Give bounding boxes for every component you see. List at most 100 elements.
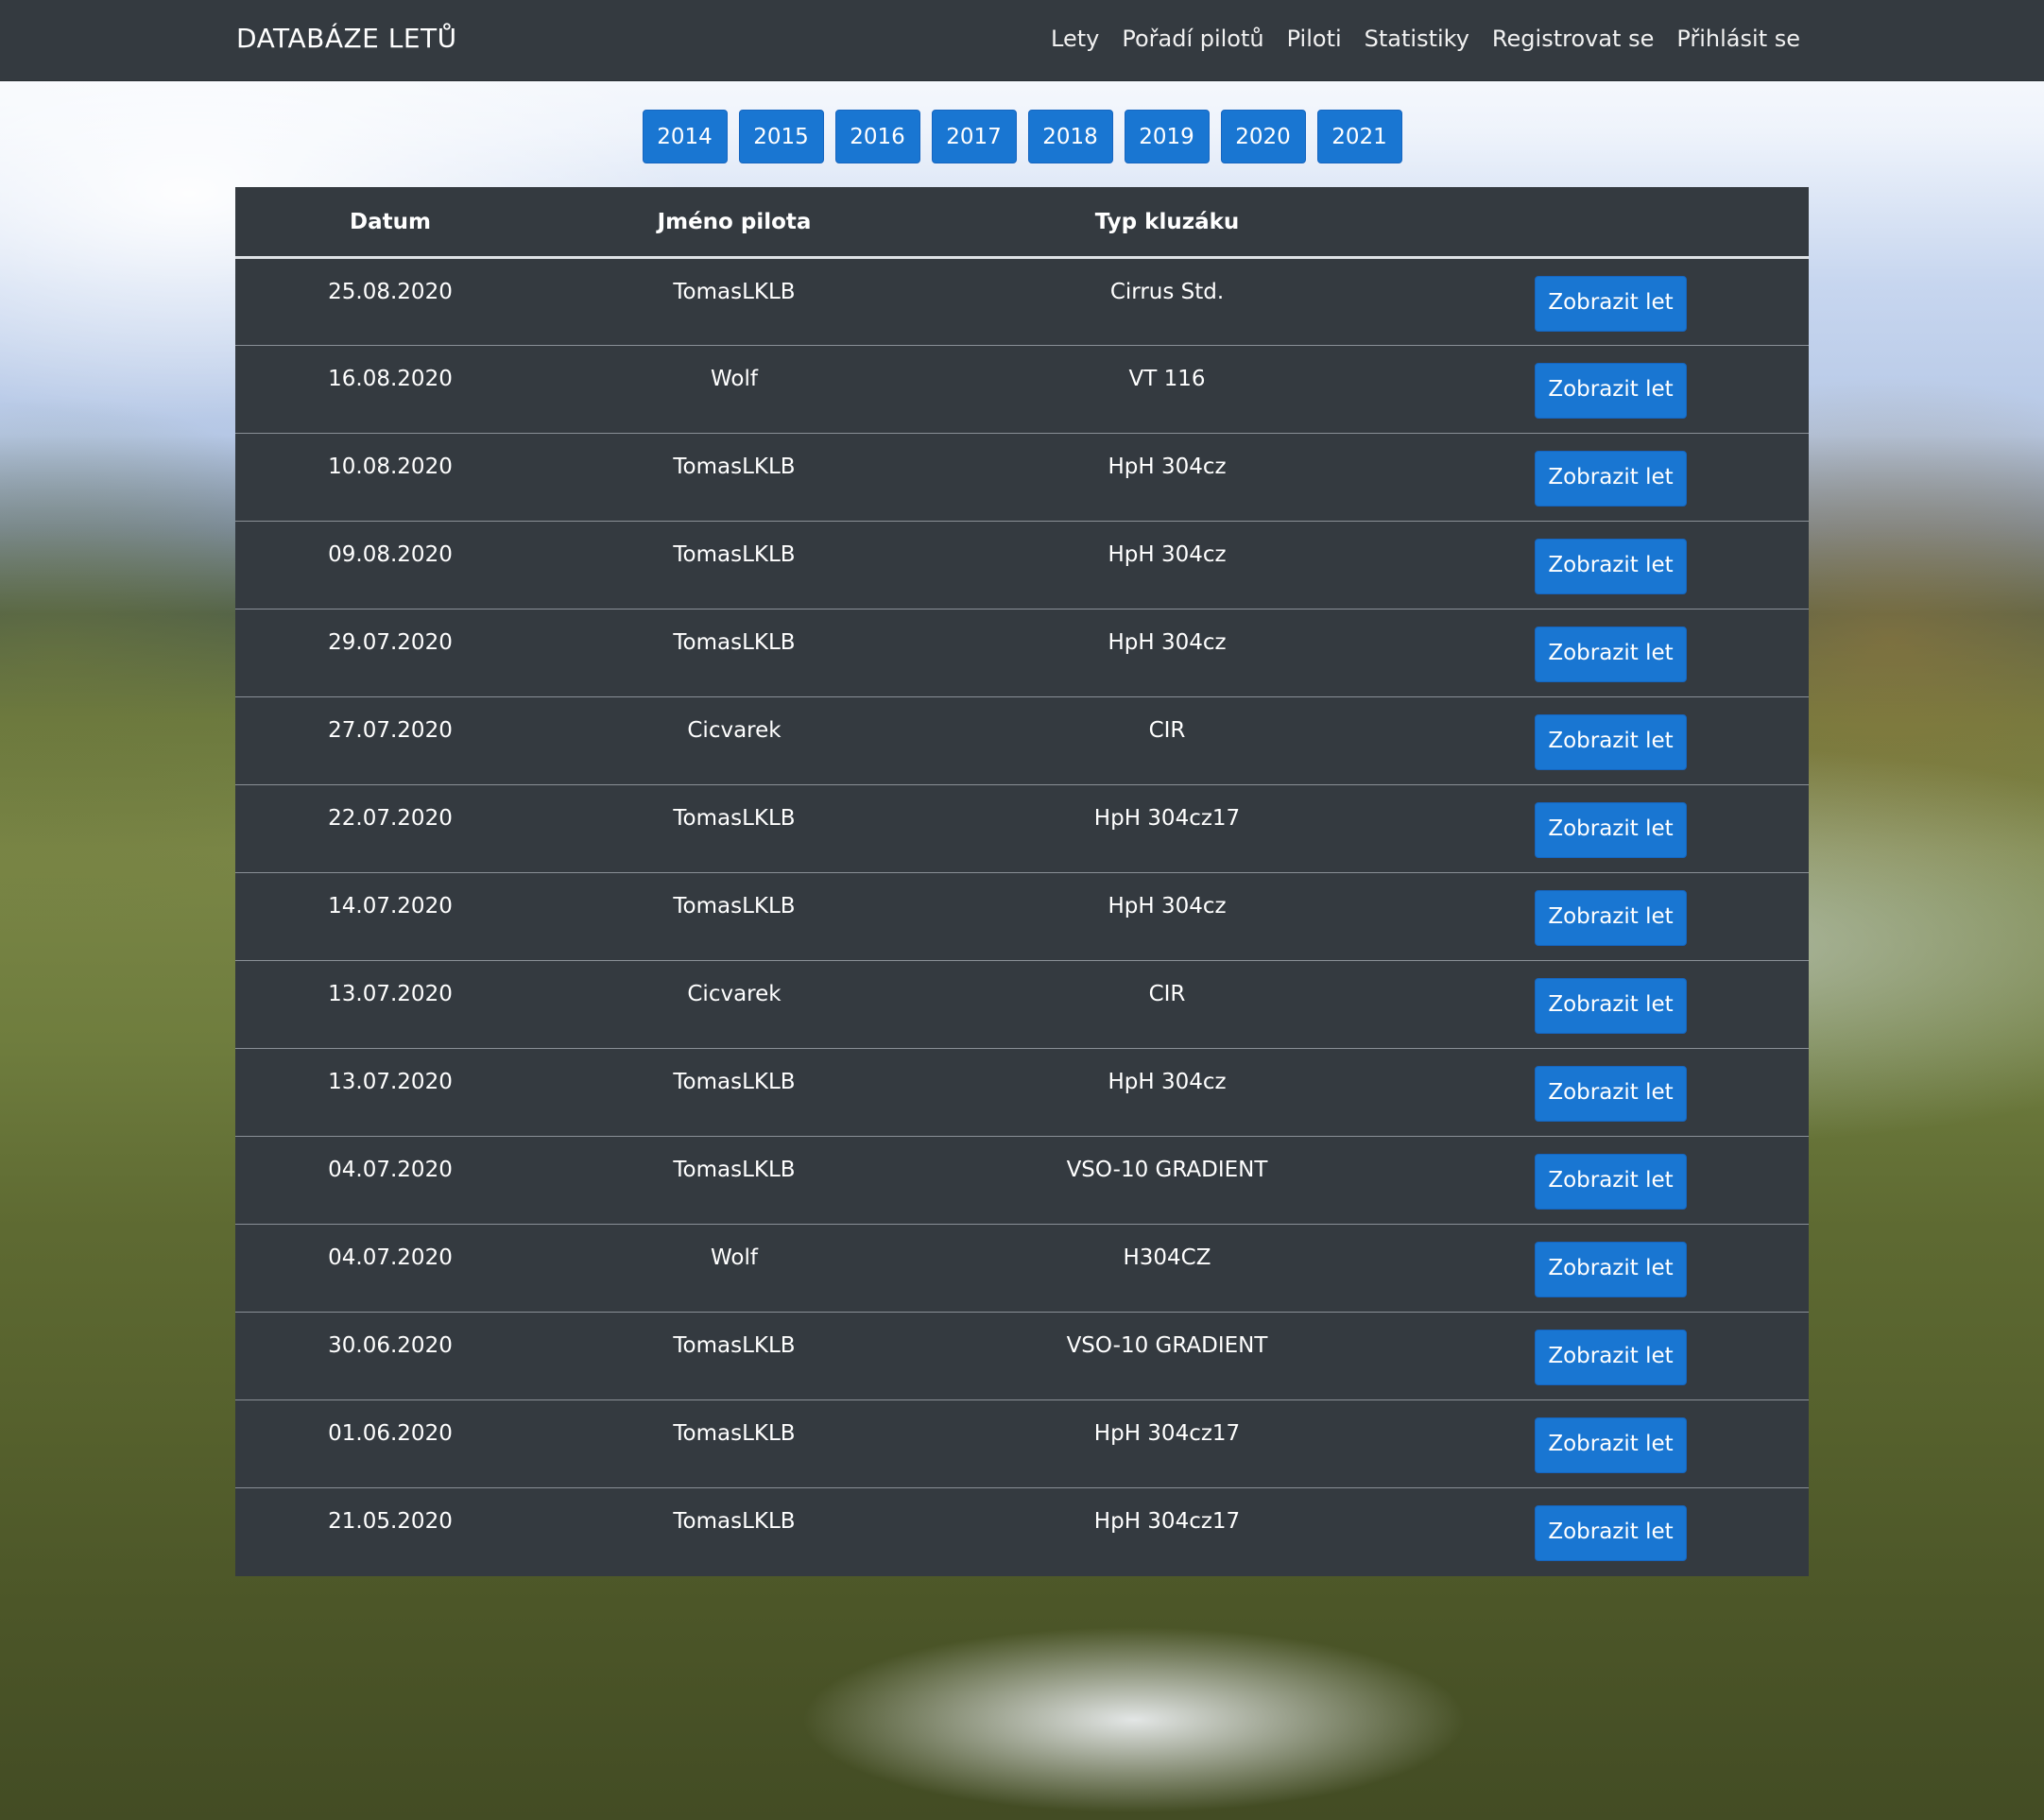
cell-date: 09.08.2020: [235, 521, 545, 610]
cell-glider: Cirrus Std.: [1109, 280, 1225, 304]
cell-pilot: TomasLKLB: [545, 872, 923, 961]
year-button-2020[interactable]: 2020: [1220, 110, 1306, 163]
cell-glider: HpH 304cz: [923, 872, 1411, 961]
nav-link-lety[interactable]: Lety: [1051, 26, 1099, 52]
nav-link-poradi-pilotu[interactable]: Pořadí pilotů: [1122, 26, 1263, 52]
cell-action: Zobrazit let: [1411, 872, 1809, 961]
cell-action: Zobrazit let: [1411, 1136, 1809, 1225]
cell-glider: VT 116: [923, 345, 1411, 434]
year-button-2019[interactable]: 2019: [1124, 110, 1210, 163]
cell-glider: HpH 304cz: [923, 1048, 1411, 1137]
cell-glider: H304CZ: [923, 1224, 1411, 1313]
table-row: 14.07.2020 TomasLKLB HpH 304cz Zobrazit …: [235, 872, 1809, 961]
cell-date: 01.06.2020: [235, 1399, 545, 1488]
cell-pilot: TomasLKLB: [545, 784, 923, 873]
header-actions: [1411, 187, 1809, 259]
year-button-2014[interactable]: 2014: [642, 110, 728, 163]
cell-pilot: TomasLKLB: [545, 521, 923, 610]
view-flight-button[interactable]: Zobrazit let: [1535, 627, 1687, 682]
cell-pilot: TomasLKLB: [545, 1136, 923, 1225]
cell-glider: HpH 304cz17: [923, 1399, 1411, 1488]
cell-pilot: TomasLKLB: [673, 280, 796, 304]
view-flight-button[interactable]: Zobrazit let: [1535, 714, 1687, 770]
cell-pilot: TomasLKLB: [545, 1312, 923, 1400]
cell-date: 04.07.2020: [235, 1136, 545, 1225]
nav-link-piloti[interactable]: Piloti: [1287, 26, 1342, 52]
table-row: 29.07.2020 TomasLKLB HpH 304cz Zobrazit …: [235, 609, 1809, 697]
cell-pilot: TomasLKLB: [545, 1487, 923, 1576]
cell-date: 25.08.2020: [328, 280, 453, 304]
view-flight-button[interactable]: Zobrazit let: [1535, 890, 1687, 946]
table-row: 16.08.2020 Wolf VT 116 Zobrazit let: [235, 345, 1809, 434]
table-row: 30.06.2020 TomasLKLB VSO-10 GRADIENT Zob…: [235, 1312, 1809, 1400]
year-button-2016[interactable]: 2016: [834, 110, 920, 163]
year-button-2018[interactable]: 2018: [1027, 110, 1113, 163]
cell-action: Zobrazit let: [1411, 609, 1809, 697]
view-flight-button[interactable]: Zobrazit let: [1535, 363, 1687, 419]
cell-action: Zobrazit let: [1411, 1312, 1809, 1400]
cell-pilot: Cicvarek: [545, 696, 923, 785]
cell-pilot: Wolf: [545, 1224, 923, 1313]
cell-action: Zobrazit let: [1411, 345, 1809, 434]
cell-action: Zobrazit let: [1411, 696, 1809, 785]
cell-date: 04.07.2020: [235, 1224, 545, 1313]
cell-action: Zobrazit let: [1411, 521, 1809, 610]
table-row: 04.07.2020 Wolf H304CZ Zobrazit let: [235, 1224, 1809, 1313]
view-flight-button[interactable]: Zobrazit let: [1535, 539, 1687, 594]
cell-date: 29.07.2020: [235, 609, 545, 697]
table-row: 22.07.2020 TomasLKLB HpH 304cz17 Zobrazi…: [235, 784, 1809, 873]
view-flight-button[interactable]: Zobrazit let: [1535, 276, 1687, 332]
nav-link-prihlasit[interactable]: Přihlásit se: [1676, 26, 1800, 52]
cell-action: Zobrazit let: [1411, 1224, 1809, 1313]
cell-pilot: TomasLKLB: [545, 1048, 923, 1137]
cell-date: 14.07.2020: [235, 872, 545, 961]
cell-action: Zobrazit let: [1411, 1399, 1809, 1488]
cell-action: Zobrazit let: [1411, 433, 1809, 522]
cell-glider: VSO-10 GRADIENT: [923, 1312, 1411, 1400]
table-row: 01.06.2020 TomasLKLB HpH 304cz17 Zobrazi…: [235, 1399, 1809, 1488]
view-flight-button[interactable]: Zobrazit let: [1535, 1066, 1687, 1122]
view-flight-button[interactable]: Zobrazit let: [1535, 1417, 1687, 1473]
cell-action: Zobrazit let: [1411, 960, 1809, 1049]
view-flight-button[interactable]: Zobrazit let: [1535, 1242, 1687, 1297]
cell-date: 27.07.2020: [235, 696, 545, 785]
table-header-row: Datum Jméno pilota Typ kluzáku: [235, 187, 1809, 259]
header-datum: Datum: [235, 187, 545, 259]
view-flight-button[interactable]: Zobrazit let: [1535, 1505, 1687, 1561]
cell-glider: CIR: [923, 696, 1411, 785]
cell-action: Zobrazit let: [1411, 258, 1809, 346]
table-row: 21.05.2020 TomasLKLB HpH 304cz17 Zobrazi…: [235, 1487, 1809, 1576]
view-flight-button[interactable]: Zobrazit let: [1535, 1330, 1687, 1385]
cell-date: 16.08.2020: [235, 345, 545, 434]
nav-links: Lety Pořadí pilotů Piloti Statistiky Reg…: [1051, 26, 1800, 52]
cell-pilot: Wolf: [545, 345, 923, 434]
cell-glider: HpH 304cz: [923, 433, 1411, 522]
navbar: DATABÁZE LETŮ Lety Pořadí pilotů Piloti …: [0, 0, 2044, 81]
table-row: 25.08.2020 TomasLKLB Cirrus Std. Zobrazi…: [235, 258, 1809, 346]
cell-date: 13.07.2020: [235, 960, 545, 1049]
cell-glider: HpH 304cz17: [923, 1487, 1411, 1576]
cell-date: 21.05.2020: [235, 1487, 545, 1576]
cell-pilot: Cicvarek: [545, 960, 923, 1049]
year-button-2021[interactable]: 2021: [1316, 110, 1402, 163]
table-row: 09.08.2020 TomasLKLB HpH 304cz Zobrazit …: [235, 521, 1809, 610]
year-button-2017[interactable]: 2017: [931, 110, 1017, 163]
cell-glider: HpH 304cz: [923, 521, 1411, 610]
cell-pilot: TomasLKLB: [545, 433, 923, 522]
flights-table: Datum Jméno pilota Typ kluzáku 25.08.202…: [235, 187, 1809, 1576]
nav-link-statistiky[interactable]: Statistiky: [1365, 26, 1469, 52]
cell-pilot: TomasLKLB: [545, 1399, 923, 1488]
view-flight-button[interactable]: Zobrazit let: [1535, 802, 1687, 858]
cell-date: 22.07.2020: [235, 784, 545, 873]
view-flight-button[interactable]: Zobrazit let: [1535, 978, 1687, 1034]
view-flight-button[interactable]: Zobrazit let: [1535, 451, 1687, 507]
cell-glider: HpH 304cz17: [923, 784, 1411, 873]
nav-link-registrovat[interactable]: Registrovat se: [1492, 26, 1654, 52]
year-button-2015[interactable]: 2015: [738, 110, 824, 163]
cell-pilot: TomasLKLB: [545, 609, 923, 697]
brand-logo[interactable]: DATABÁZE LETŮ: [236, 23, 457, 54]
view-flight-button[interactable]: Zobrazit let: [1535, 1154, 1687, 1210]
cell-date: 10.08.2020: [235, 433, 545, 522]
cell-date: 13.07.2020: [235, 1048, 545, 1137]
cell-action: Zobrazit let: [1411, 1487, 1809, 1576]
